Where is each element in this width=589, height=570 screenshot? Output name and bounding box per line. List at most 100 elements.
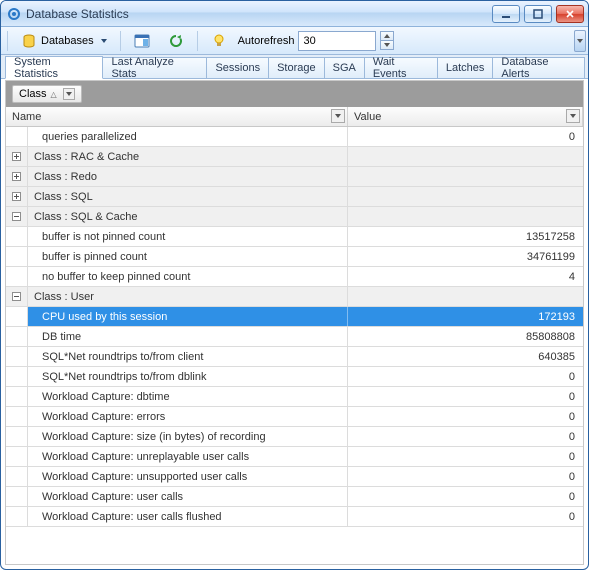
toolbar-separator — [197, 31, 198, 51]
class-group-row[interactable]: Class : RAC & Cache — [6, 147, 583, 167]
maximize-button[interactable] — [524, 5, 552, 23]
tab-label: Storage — [277, 62, 316, 74]
tree-cell — [6, 167, 28, 186]
class-group-row[interactable]: Class : Redo — [6, 167, 583, 187]
cell-name: Workload Capture: errors — [28, 407, 348, 426]
tab-strip: System Statistics Last Analyze Stats Sessi… — [1, 55, 588, 79]
minimize-button[interactable] — [492, 5, 520, 23]
cell-name: SQL*Net roundtrips to/from dblink — [28, 367, 348, 386]
cell-value: 0 — [348, 407, 583, 426]
tab-label: Last Analyze Stats — [111, 56, 198, 80]
tab-sga[interactable]: SGA — [324, 57, 365, 78]
tab-last-analyze-stats[interactable]: Last Analyze Stats — [102, 57, 207, 78]
title-bar[interactable]: Database Statistics — [1, 1, 588, 27]
cell-name: Class : RAC & Cache — [28, 147, 348, 166]
cell-name: Workload Capture: user calls flushed — [28, 507, 348, 526]
cell-name: DB time — [28, 327, 348, 346]
table-row[interactable]: Workload Capture: unsupported user calls… — [6, 467, 583, 487]
column-value-menu-button[interactable] — [566, 109, 580, 123]
cell-name: no buffer to keep pinned count — [28, 267, 348, 286]
cell-value — [348, 167, 583, 186]
cell-value: 0 — [348, 467, 583, 486]
class-group-row[interactable]: Class : SQL — [6, 187, 583, 207]
arrow-up-icon — [384, 34, 390, 38]
grid-body[interactable]: queries parallelized0Class : RAC & Cache… — [6, 127, 583, 564]
tab-sessions[interactable]: Sessions — [206, 57, 269, 78]
cell-name: queries parallelized — [28, 127, 348, 146]
close-button[interactable] — [556, 5, 584, 23]
class-group-row[interactable]: Class : User — [6, 287, 583, 307]
table-row[interactable]: CPU used by this session172193 — [6, 307, 583, 327]
tree-cell — [6, 207, 28, 226]
cell-value: 0 — [348, 487, 583, 506]
column-header-name[interactable]: Name — [6, 107, 348, 126]
cell-name: CPU used by this session — [28, 307, 348, 326]
table-row[interactable]: SQL*Net roundtrips to/from client640385 — [6, 347, 583, 367]
tab-label: Wait Events — [373, 56, 429, 80]
table-row[interactable]: DB time85808808 — [6, 327, 583, 347]
toolbar-separator — [7, 31, 8, 51]
autorefresh-down-button[interactable] — [380, 40, 394, 50]
table-row[interactable]: Workload Capture: size (in bytes) of rec… — [6, 427, 583, 447]
cell-value: 85808808 — [348, 327, 583, 346]
expand-button[interactable] — [12, 152, 21, 161]
collapse-button[interactable] — [12, 292, 21, 301]
group-by-bar[interactable]: Class △ — [6, 81, 583, 107]
cell-value: 0 — [348, 447, 583, 466]
table-row[interactable]: Workload Capture: user calls flushed0 — [6, 507, 583, 527]
column-header-value-label: Value — [354, 111, 381, 123]
group-chip-class[interactable]: Class △ — [12, 85, 82, 103]
cell-value: 0 — [348, 367, 583, 386]
tree-cell — [6, 127, 28, 146]
table-row[interactable]: SQL*Net roundtrips to/from dblink0 — [6, 367, 583, 387]
expand-button[interactable] — [12, 172, 21, 181]
chevron-down-icon — [335, 114, 341, 118]
expand-button[interactable] — [12, 192, 21, 201]
tree-cell — [6, 447, 28, 466]
column-header-value[interactable]: Value — [348, 107, 583, 126]
tree-cell — [6, 467, 28, 486]
table-row[interactable]: Workload Capture: errors0 — [6, 407, 583, 427]
cell-value: 172193 — [348, 307, 583, 326]
window-view-icon — [134, 33, 150, 49]
table-row[interactable]: Workload Capture: dbtime0 — [6, 387, 583, 407]
table-row[interactable]: no buffer to keep pinned count4 — [6, 267, 583, 287]
tab-database-alerts[interactable]: Database Alerts — [492, 57, 585, 78]
toolbar-overflow-button[interactable] — [574, 30, 586, 52]
window-view-button[interactable] — [127, 30, 157, 52]
group-chip-menu-button[interactable] — [63, 88, 75, 100]
autorefresh-group: Autorefresh — [238, 31, 395, 51]
cell-name: Workload Capture: dbtime — [28, 387, 348, 406]
tab-latches[interactable]: Latches — [437, 57, 494, 78]
column-name-menu-button[interactable] — [331, 109, 345, 123]
autorefresh-input[interactable] — [298, 31, 376, 51]
databases-dropdown[interactable]: Databases — [14, 30, 114, 52]
tab-storage[interactable]: Storage — [268, 57, 325, 78]
collapse-button[interactable] — [12, 212, 21, 221]
tree-cell — [6, 307, 28, 326]
class-group-row[interactable]: Class : SQL & Cache — [6, 207, 583, 227]
table-row[interactable]: Workload Capture: user calls0 — [6, 487, 583, 507]
refresh-button[interactable] — [161, 30, 191, 52]
window-controls — [492, 5, 584, 23]
tree-cell — [6, 427, 28, 446]
table-row[interactable]: buffer is not pinned count13517258 — [6, 227, 583, 247]
databases-label: Databases — [41, 35, 94, 47]
tab-label: Database Alerts — [501, 56, 576, 80]
cell-name: Workload Capture: user calls — [28, 487, 348, 506]
group-chip-label: Class — [19, 88, 47, 100]
cell-name: SQL*Net roundtrips to/from client — [28, 347, 348, 366]
table-row[interactable]: Workload Capture: unreplayable user call… — [6, 447, 583, 467]
grid-panel: Class △ Name Value queries parallelized0… — [5, 80, 584, 565]
cell-value: 640385 — [348, 347, 583, 366]
table-row[interactable]: buffer is pinned count34761199 — [6, 247, 583, 267]
hint-button[interactable] — [204, 30, 234, 52]
cell-value — [348, 287, 583, 306]
column-header-name-label: Name — [12, 111, 41, 123]
cell-value: 0 — [348, 507, 583, 526]
table-row[interactable]: queries parallelized0 — [6, 127, 583, 147]
tab-wait-events[interactable]: Wait Events — [364, 57, 438, 78]
tree-cell — [6, 387, 28, 406]
cell-value: 0 — [348, 387, 583, 406]
tab-system-statistics[interactable]: System Statistics — [5, 56, 103, 79]
